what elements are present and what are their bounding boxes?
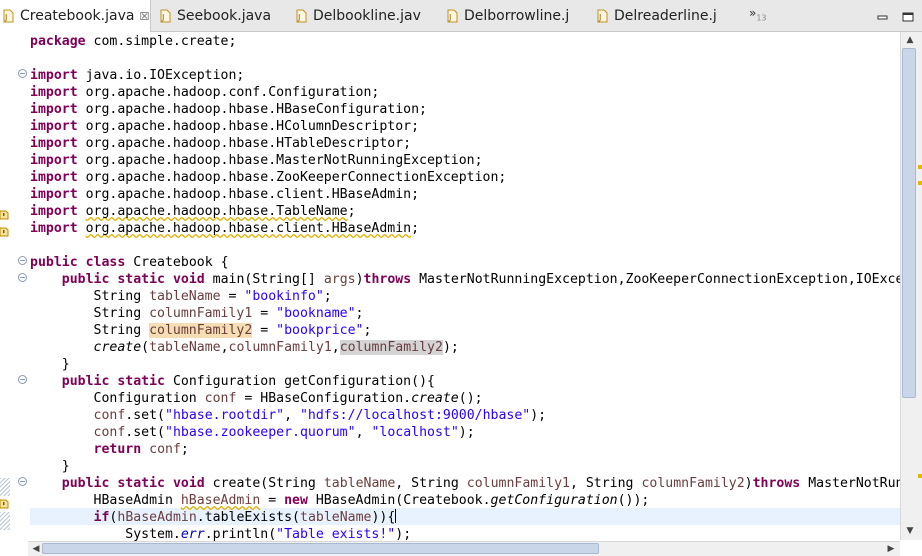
overview-warning-mark[interactable] — [918, 165, 922, 169]
fold-icon[interactable]: − — [18, 256, 27, 265]
code-line: public class Createbook { — [30, 255, 229, 270]
scroll-right-icon[interactable]: ▶ — [884, 542, 898, 556]
code-line: public static void main(String[] args)th… — [61, 272, 900, 287]
code-line: String columnFamily2 = "bookprice"; — [30, 323, 372, 338]
code-line: create(tableName,columnFamily1,columnFam… — [93, 340, 459, 355]
code-line: import org.apache.hadoop.hbase.client.HB… — [30, 221, 420, 236]
svg-text:J: J — [161, 13, 164, 22]
code-line: import org.apache.hadoop.hbase.HBaseConf… — [30, 102, 427, 117]
editor-tab-bar: J Createbook.java ☒ J Seebook.java J Del… — [0, 0, 922, 32]
code-line: import java.io.IOException; — [30, 68, 245, 83]
fold-icon[interactable]: − — [18, 375, 27, 384]
overview-warning-mark[interactable] — [918, 181, 922, 185]
tab-label: Seebook.java — [177, 7, 272, 24]
code-line: return conf; — [93, 442, 189, 457]
tab-label: Delborrowline.j — [464, 7, 570, 24]
code-line: public static void create(String tableNa… — [61, 476, 900, 491]
code-line: } — [30, 459, 70, 474]
left-ruler — [0, 32, 14, 542]
code-line: String columnFamily1 = "bookname"; — [30, 306, 364, 321]
code-line: HBaseAdmin hBaseAdmin = new HBaseAdmin(C… — [30, 493, 650, 508]
change-marker — [0, 478, 10, 496]
code-line: import org.apache.hadoop.hbase.MasterNot… — [30, 153, 483, 168]
tab-label: Delreaderline.j — [614, 7, 717, 24]
code-line: import org.apache.hadoop.hbase.HColumnDe… — [30, 119, 420, 134]
java-file-icon: J — [3, 9, 14, 23]
overflow-count: 13 — [756, 13, 767, 23]
tab-seebook[interactable]: J Seebook.java — [160, 0, 271, 31]
code-editor[interactable]: package com.simple.create; import java.i… — [30, 32, 900, 542]
warning-icon[interactable] — [0, 222, 10, 237]
scroll-up-icon[interactable]: ▲ — [903, 33, 917, 47]
code-line: String tableName = "bookinfo"; — [30, 289, 332, 304]
svg-text:J: J — [4, 13, 7, 22]
java-file-icon: J — [447, 9, 458, 23]
java-file-icon: J — [597, 9, 608, 23]
svg-text:J: J — [297, 13, 300, 22]
tab-delborrowline[interactable]: J Delborrowline.j — [447, 0, 569, 31]
code-line: if(hBaseAdmin.tableExists(tableName)){ — [93, 509, 397, 525]
minimize-icon[interactable] — [876, 7, 890, 20]
code-line: import org.apache.hadoop.hbase.TableName… — [30, 204, 356, 219]
code-line: public static Configuration getConfigura… — [61, 374, 435, 389]
svg-text:J: J — [448, 13, 451, 22]
code-line: System.err.println("Table exists!"); — [30, 527, 412, 542]
fold-icon[interactable]: − — [18, 273, 27, 282]
close-icon[interactable]: ☒ — [139, 10, 149, 23]
tab-overflow-button[interactable]: »13 — [749, 6, 767, 22]
tab-label: Createbook.java — [20, 8, 135, 24]
java-file-icon: J — [160, 9, 171, 23]
warning-icon[interactable] — [0, 205, 10, 220]
code-line: package com.simple.create; — [30, 34, 237, 49]
change-marker — [0, 512, 10, 530]
scroll-left-icon[interactable]: ◀ — [29, 542, 43, 556]
code-line: import org.apache.hadoop.hbase.client.HB… — [30, 187, 420, 202]
code-line: Configuration conf = HBaseConfiguration.… — [30, 391, 483, 406]
vertical-scroll-thumb[interactable] — [902, 48, 916, 398]
tab-createbook[interactable]: J Createbook.java ☒ — [0, 0, 151, 32]
code-line: conf.set("hbase.zookeeper.quorum", "loca… — [93, 425, 475, 440]
tab-label: Delbookline.jav — [313, 7, 421, 24]
fold-icon[interactable]: − — [18, 477, 27, 486]
maximize-icon[interactable] — [902, 7, 916, 22]
overview-warning-mark[interactable] — [918, 474, 922, 478]
scroll-down-icon[interactable]: ▼ — [903, 524, 917, 538]
code-line: import org.apache.hadoop.conf.Configurat… — [30, 85, 380, 100]
tab-delbookline[interactable]: J Delbookline.jav — [296, 0, 421, 31]
horizontal-scroll-thumb[interactable] — [42, 543, 599, 554]
code-line: } — [30, 357, 70, 372]
code-line: import org.apache.hadoop.hbase.ZooKeeper… — [30, 170, 507, 185]
code-line: conf.set("hbase.rootdir", "hdfs://localh… — [93, 408, 547, 423]
java-file-icon: J — [296, 9, 307, 23]
code-line: import org.apache.hadoop.hbase.HTableDes… — [30, 136, 412, 151]
svg-text:J: J — [598, 13, 601, 22]
tab-delreaderline[interactable]: J Delreaderline.j — [597, 0, 717, 31]
fold-icon[interactable]: − — [18, 69, 27, 78]
text-caret — [395, 509, 397, 523]
